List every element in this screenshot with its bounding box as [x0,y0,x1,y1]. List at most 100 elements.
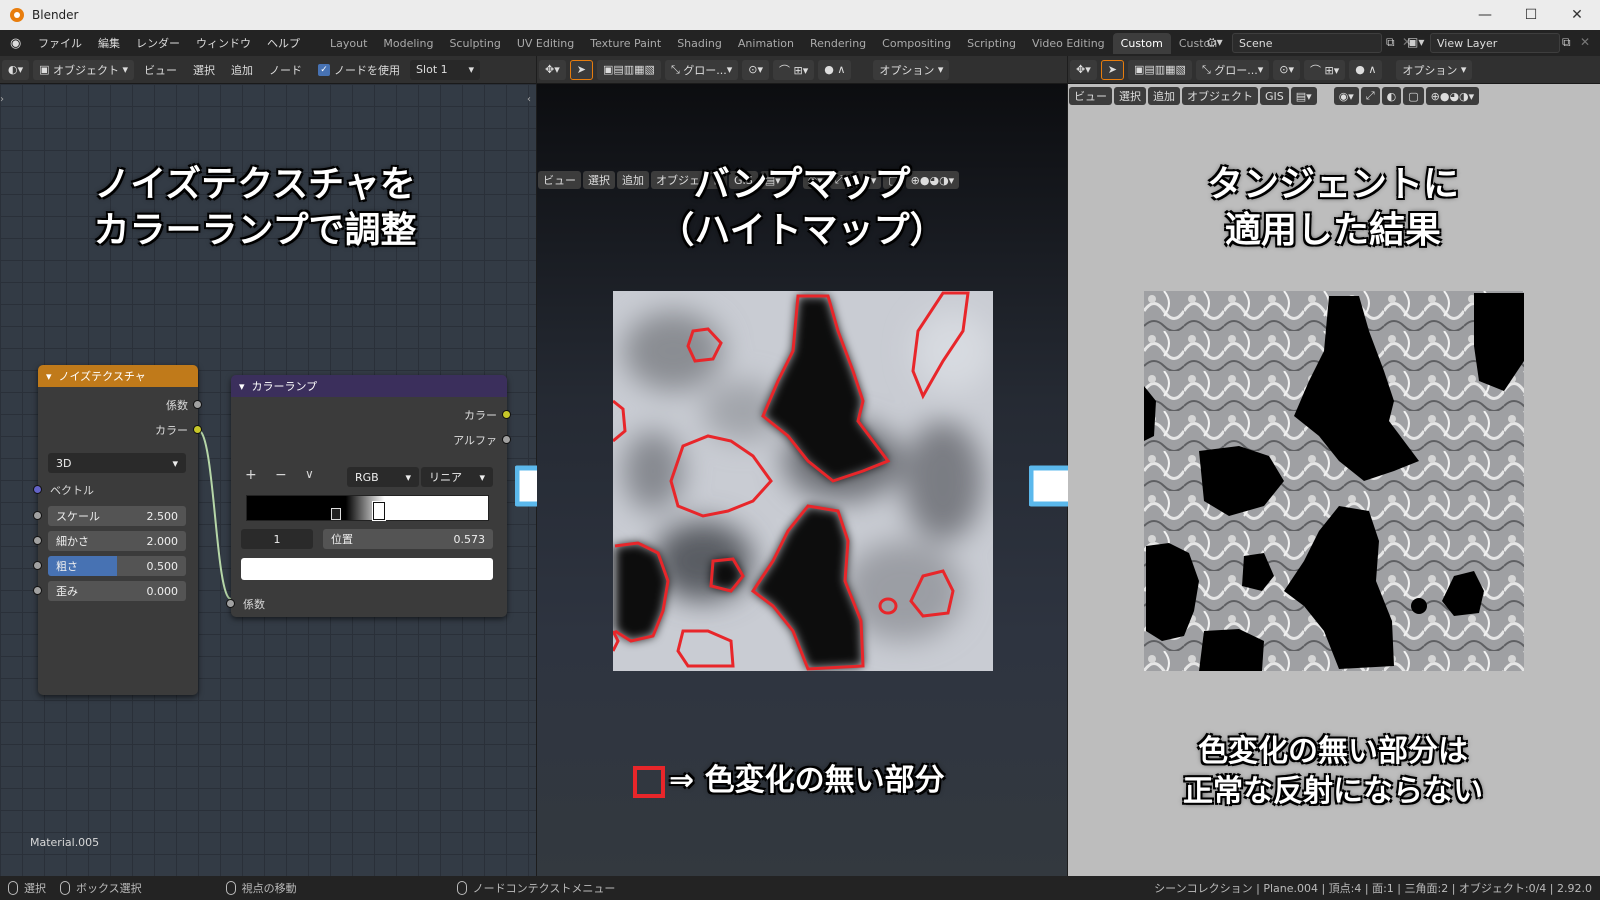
ramp-menu-button[interactable]: ∨ [305,467,314,481]
ramp-node-header[interactable]: ▾ カラーランプ [231,375,507,397]
noise-texture-node[interactable]: ▾ ノイズテクスチャ 係数 カラー 3D ▾ ベクトル スケール 2.500 細かさ… [33,365,202,695]
close-button[interactable]: ✕ [1554,0,1600,30]
detail-socket[interactable] [33,536,42,545]
menu-render[interactable]: レンダー [128,35,188,51]
scene-selector[interactable]: Scene [1232,33,1382,53]
use-nodes-checkbox[interactable]: ✓ ノードを使用 [312,60,406,80]
color-mode-dropdown[interactable]: RGB ▾ [347,467,419,487]
editor-type-icon[interactable]: ◐▾ [2,59,30,80]
stop-index-field[interactable]: 1 [241,529,313,549]
copy-view-layer-icon[interactable]: ⧉ [1562,35,1571,50]
v3-options-dropdown[interactable]: オプション ▾ [1396,59,1473,80]
blender-menu-icon[interactable]: ◉ [10,36,30,51]
menu-window[interactable]: ウィンドウ [188,35,259,51]
sidebar-toggle-icon[interactable]: › [0,94,4,105]
v2-transform-icon[interactable]: ✥▾ [539,59,566,80]
scale-socket[interactable] [33,511,42,520]
distortion-field[interactable]: 歪み 0.000 [48,581,186,601]
v2-proportional-icon[interactable]: ● ∧ [818,59,852,80]
v3-xray-icon[interactable]: ▢ [1403,87,1424,105]
interpolation-dropdown[interactable]: リニア ▾ [421,467,493,487]
noise-out-color-socket[interactable] [193,425,202,434]
v2-global-dropdown[interactable]: ⤡ グロー... ▾ [664,59,739,80]
v3-object-menu[interactable]: オブジェクト [1182,87,1258,105]
tab-uv-editing[interactable]: UV Editing [509,33,582,54]
v2-select-tool-icon[interactable]: ➤ [569,59,593,80]
ramp-stop-black[interactable] [331,508,341,520]
noise-node-header[interactable]: ▾ ノイズテクスチャ [38,365,198,387]
tab-modeling[interactable]: Modeling [375,33,441,54]
v3-overlay-icon[interactable]: ◐ [1381,87,1402,105]
tab-rendering[interactable]: Rendering [802,33,874,54]
object-mode-dropdown[interactable]: ▣ オブジェクト ▾ [33,59,135,80]
dimension-dropdown[interactable]: 3D ▾ [48,453,186,473]
v2-view-menu[interactable]: ビュー [538,171,581,189]
v2-snap-icon[interactable]: ⌒ ⊞▾ [773,59,815,80]
view-layer-icon[interactable]: ▣▾ [1407,35,1424,49]
color-ramp-gradient[interactable] [246,495,489,521]
v3-snap-icon[interactable]: ⌒ ⊞▾ [1304,59,1346,80]
menu-select[interactable]: 選択 [187,60,221,80]
v3-global-dropdown[interactable]: ⤡ グロー... ▾ [1195,59,1270,80]
minimize-button[interactable]: — [1462,0,1508,30]
tab-compositing[interactable]: Compositing [874,33,959,54]
viewport-result[interactable]: ビュー 選択 追加 オブジェクト GIS ▤▾ ◉▾ ⤢ ◐ ▢ ⊕●◕◑▾ タ… [1068,84,1600,876]
vector-socket[interactable] [33,485,42,494]
v3-visibility-icon[interactable]: ◉▾ [1333,87,1359,105]
v3-select-tool-icon[interactable]: ➤ [1100,59,1124,80]
v3-pivot-icon[interactable]: ⊙▾ [1273,59,1301,80]
v3-select-menu[interactable]: 選択 [1114,87,1146,105]
noise-out-fac-socket[interactable] [193,400,202,409]
tab-custom[interactable]: Custom [1112,32,1171,54]
ramp-stop-white-active[interactable] [372,501,386,521]
detail-field[interactable]: 細かさ 2.000 [48,531,186,551]
slot-dropdown[interactable]: Slot 1 ▾ [410,59,481,80]
node-sidebar-toggle-icon[interactable]: ‹ [527,94,531,105]
stop-color-swatch[interactable] [241,558,493,580]
v3-transform-icon[interactable]: ✥▾ [1070,59,1097,80]
menu-edit[interactable]: 編集 [90,35,128,51]
v3-add-menu[interactable]: 追加 [1148,87,1180,105]
roughness-field[interactable]: 粗さ 0.500 [48,556,186,576]
viewport-heightmap[interactable]: ビュー 選択 追加 オブジェクト GIS ▤▾ ◉▾ ⤢▾ ◐▾ ▢ ⊕●◕◑▾… [537,84,1114,876]
v3-gizmo-icon[interactable]: ⤢ [1360,87,1380,105]
maximize-button[interactable]: ☐ [1508,0,1554,30]
v3-collection-icon[interactable]: ▤▾ [1290,87,1317,105]
v2-pivot-icon[interactable]: ⊙▾ [742,59,770,80]
ramp-out-color-socket[interactable] [502,410,511,419]
menu-file[interactable]: ファイル [30,35,90,51]
scale-field[interactable]: スケール 2.500 [48,506,186,526]
roughness-socket[interactable] [33,561,42,570]
node-editor[interactable]: ノイズテクスチャを カラーランプで調整 ▾ ノイズテクスチャ 係数 カラー 3D… [0,84,600,876]
menu-node[interactable]: ノード [263,60,308,80]
remove-view-layer-icon[interactable]: ✕ [1580,35,1590,49]
menu-help[interactable]: ヘルプ [259,35,308,51]
v3-gis-menu[interactable]: GIS [1260,87,1289,105]
color-ramp-node[interactable]: ▾ カラーランプ カラー アルファ + − ∨ RGB ▾ リニア ▾ 1 位置 0.… [226,375,511,617]
distortion-socket[interactable] [33,586,42,595]
remove-stop-button[interactable]: − [275,467,287,483]
ramp-out-alpha-socket[interactable] [502,435,511,444]
v3-shading-icons[interactable]: ⊕●◕◑▾ [1425,87,1480,105]
v3-select-mode-icons[interactable]: ▣▤▥▦▧ [1127,59,1192,80]
v2-select-mode-icons[interactable]: ▣▤▥▦▧ [596,59,661,80]
scene-icon[interactable]: ⛭▾ [1207,35,1223,50]
tab-layout[interactable]: Layout [322,33,375,54]
tab-shading[interactable]: Shading [669,33,730,54]
ramp-in-fac-socket[interactable] [226,599,235,608]
copy-scene-icon[interactable]: ⧉ [1386,35,1395,50]
position-field[interactable]: 位置 0.573 [323,529,493,549]
tab-animation[interactable]: Animation [730,33,802,54]
tab-sculpting[interactable]: Sculpting [441,33,508,54]
tab-texture-paint[interactable]: Texture Paint [582,33,669,54]
menu-view[interactable]: ビュー [138,60,183,80]
tab-video-editing[interactable]: Video Editing [1024,33,1113,54]
v3-view-menu[interactable]: ビュー [1069,87,1112,105]
v3-proportional-icon[interactable]: ● ∧ [1349,59,1383,80]
menu-add[interactable]: 追加 [225,60,259,80]
view-layer-selector[interactable]: View Layer [1430,33,1560,53]
status-select-hint: 選択 [8,880,46,896]
v2-options-dropdown[interactable]: オプション ▾ [873,59,950,80]
add-stop-button[interactable]: + [245,467,257,483]
tab-scripting[interactable]: Scripting [959,33,1024,54]
